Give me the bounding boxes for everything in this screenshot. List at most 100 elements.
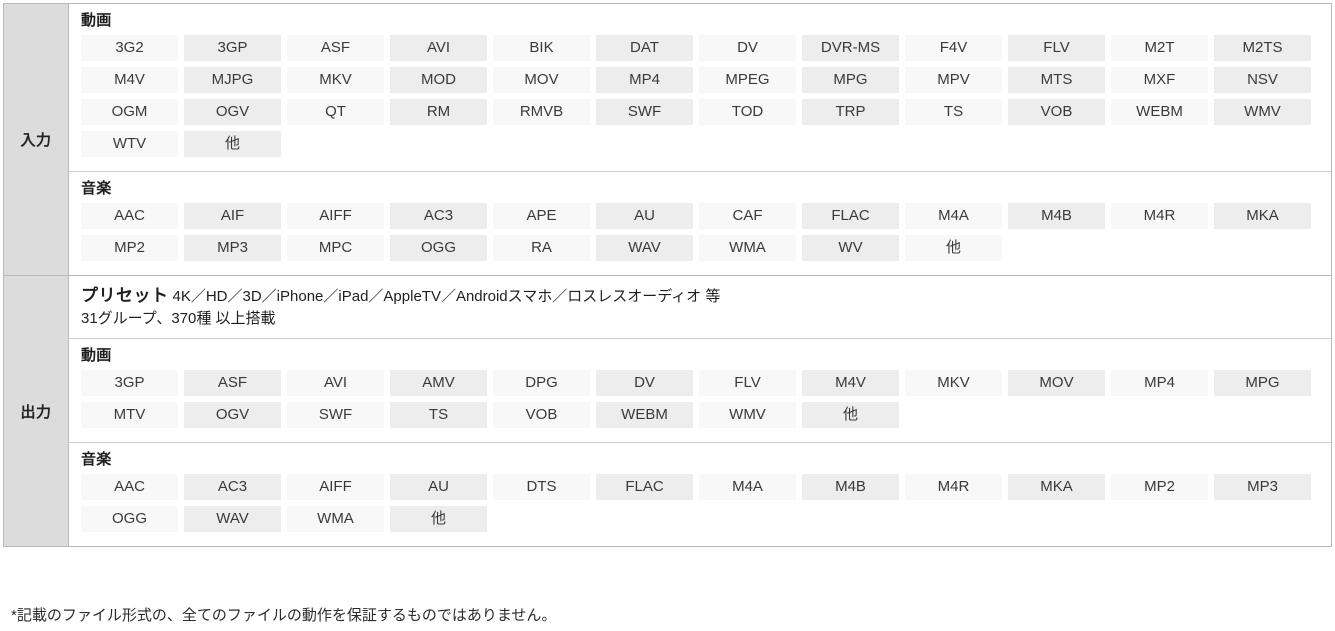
format-tag: RM [390,99,487,125]
format-tag: OGV [184,402,281,428]
format-tag: OGV [184,99,281,125]
format-tag: FLV [1008,35,1105,61]
format-tag: VOB [493,402,590,428]
format-tag: M4R [905,474,1002,500]
format-tag: MKA [1214,203,1311,229]
format-tag: OGM [81,99,178,125]
format-tag: OGG [390,235,487,261]
format-tag: TOD [699,99,796,125]
output-audio-tag-grid: AAC AC3 AIFF AU DTS FLAC M4A M4B M4R MKA MP2 MP3 OGG… [81,474,1324,538]
format-tag: MPC [287,235,384,261]
format-tag: TS [905,99,1002,125]
preset-line-1: プリセット 4K／HD／3D／iPhone／iPad／AppleTV／Androi… [81,284,1331,308]
format-tag: M2T [1111,35,1208,61]
format-tag: 他 [184,131,281,157]
format-tag: MXF [1111,67,1208,93]
format-tag: MKV [287,67,384,93]
format-tag: M4A [905,203,1002,229]
format-tag: WMA [699,235,796,261]
format-tag: M4B [802,474,899,500]
format-tag: ASF [287,35,384,61]
format-tag: SWF [287,402,384,428]
format-support-table: 入力 動画 3G2 3GP ASF AVI BIK DAT DV DVR-MS F4V FLV M2… [3,3,1332,547]
format-tag: AC3 [184,474,281,500]
format-tag: WMV [1214,99,1311,125]
format-tag: DV [699,35,796,61]
output-video-title: 動画 [81,347,112,364]
format-tag: MP3 [1214,474,1311,500]
format-tag: MOV [1008,370,1105,396]
format-tag: AAC [81,203,178,229]
format-tag: MTV [81,402,178,428]
format-tag: AVI [287,370,384,396]
output-video-tag-grid: 3GP ASF AVI AMV DPG DV FLV M4V MKV MOV MP4 MPG MTV OG… [81,370,1324,434]
format-tag: 他 [905,235,1002,261]
format-tag: AIFF [287,203,384,229]
format-tag: MPEG [699,67,796,93]
format-tag: DPG [493,370,590,396]
format-tag: WEBM [596,402,693,428]
input-video-tag-grid: 3G2 3GP ASF AVI BIK DAT DV DVR-MS F4V FLV M2T M2TS M… [81,35,1324,163]
format-tag: WAV [184,506,281,532]
preset-heading: プリセット [81,286,169,305]
format-tag: DAT [596,35,693,61]
format-tag: RMVB [493,99,590,125]
spec-table: 入力 動画 3G2 3GP ASF AVI BIK DAT DV DVR-MS F4V FLV M2… [3,3,1332,547]
format-tag: FLV [699,370,796,396]
input-video-title: 動画 [81,12,112,29]
input-groups-cell: 動画 3G2 3GP ASF AVI BIK DAT DV DVR-MS F4V FLV M2T M2… [69,4,1332,276]
format-tag: MKA [1008,474,1105,500]
format-tag: DTS [493,474,590,500]
format-tag: MTS [1008,67,1105,93]
format-tag: MPV [905,67,1002,93]
format-tag: MP2 [1111,474,1208,500]
format-tag: AC3 [390,203,487,229]
format-tag: MP4 [596,67,693,93]
output-preset-block: プリセット 4K／HD／3D／iPhone／iPad／AppleTV／Androi… [69,276,1331,339]
format-tag: WTV [81,131,178,157]
format-tag: M4A [699,474,796,500]
format-tag: NSV [1214,67,1311,93]
format-tag: AAC [81,474,178,500]
format-tag: FLAC [596,474,693,500]
input-video-block: 動画 3G2 3GP ASF AVI BIK DAT DV DVR-MS F4V FLV M2T M2… [69,4,1331,172]
format-tag: WV [802,235,899,261]
format-tag: MPG [1214,370,1311,396]
format-tag: MP4 [1111,370,1208,396]
format-tag: MOV [493,67,590,93]
input-audio-block: 音楽 AAC AIF AIFF AC3 APE AU CAF FLAC M4A M4B M4R MKA… [69,172,1331,275]
format-tag: F4V [905,35,1002,61]
format-tag: WAV [596,235,693,261]
format-tag: MKV [905,370,1002,396]
format-tag: M2TS [1214,35,1311,61]
format-tag: 3GP [81,370,178,396]
format-tag: AMV [390,370,487,396]
format-tag: MP2 [81,235,178,261]
format-tag: 他 [802,402,899,428]
output-audio-title: 音楽 [81,451,112,468]
input-audio-title: 音楽 [81,180,112,197]
format-tag: DVR-MS [802,35,899,61]
row-label-output: 出力 [3,276,69,547]
format-tag: AVI [390,35,487,61]
format-tag: M4V [81,67,178,93]
footnote: *記載のファイル形式の、全てのファイルの動作を保証するものではありません。 [11,607,557,624]
input-section-row: 入力 動画 3G2 3GP ASF AVI BIK DAT DV DVR-MS F4V FLV M2… [3,3,1332,276]
output-audio-block: 音楽 AAC AC3 AIFF AU DTS FLAC M4A M4B M4R MKA MP2 MP3… [69,443,1331,546]
preset-list: 4K／HD／3D／iPhone／iPad／AppleTV／Androidスマホ／… [172,288,721,305]
format-tag: MPG [802,67,899,93]
format-tag: OGG [81,506,178,532]
format-tag: AIF [184,203,281,229]
format-tag: M4R [1111,203,1208,229]
format-tag: CAF [699,203,796,229]
format-tag: MOD [390,67,487,93]
format-tag: WEBM [1111,99,1208,125]
preset-line-2: 31グループ、370種 以上搭載 [81,310,276,327]
input-audio-tag-grid: AAC AIF AIFF AC3 APE AU CAF FLAC M4A M4B M4R MKA MP2… [81,203,1324,267]
format-tag: MP3 [184,235,281,261]
output-section-row: 出力 プリセット 4K／HD／3D／iPhone／iPad／AppleTV／And… [3,276,1332,547]
format-tag: VOB [1008,99,1105,125]
format-tag: MJPG [184,67,281,93]
output-groups-cell: プリセット 4K／HD／3D／iPhone／iPad／AppleTV／Androi… [69,276,1332,547]
format-tag: M4V [802,370,899,396]
